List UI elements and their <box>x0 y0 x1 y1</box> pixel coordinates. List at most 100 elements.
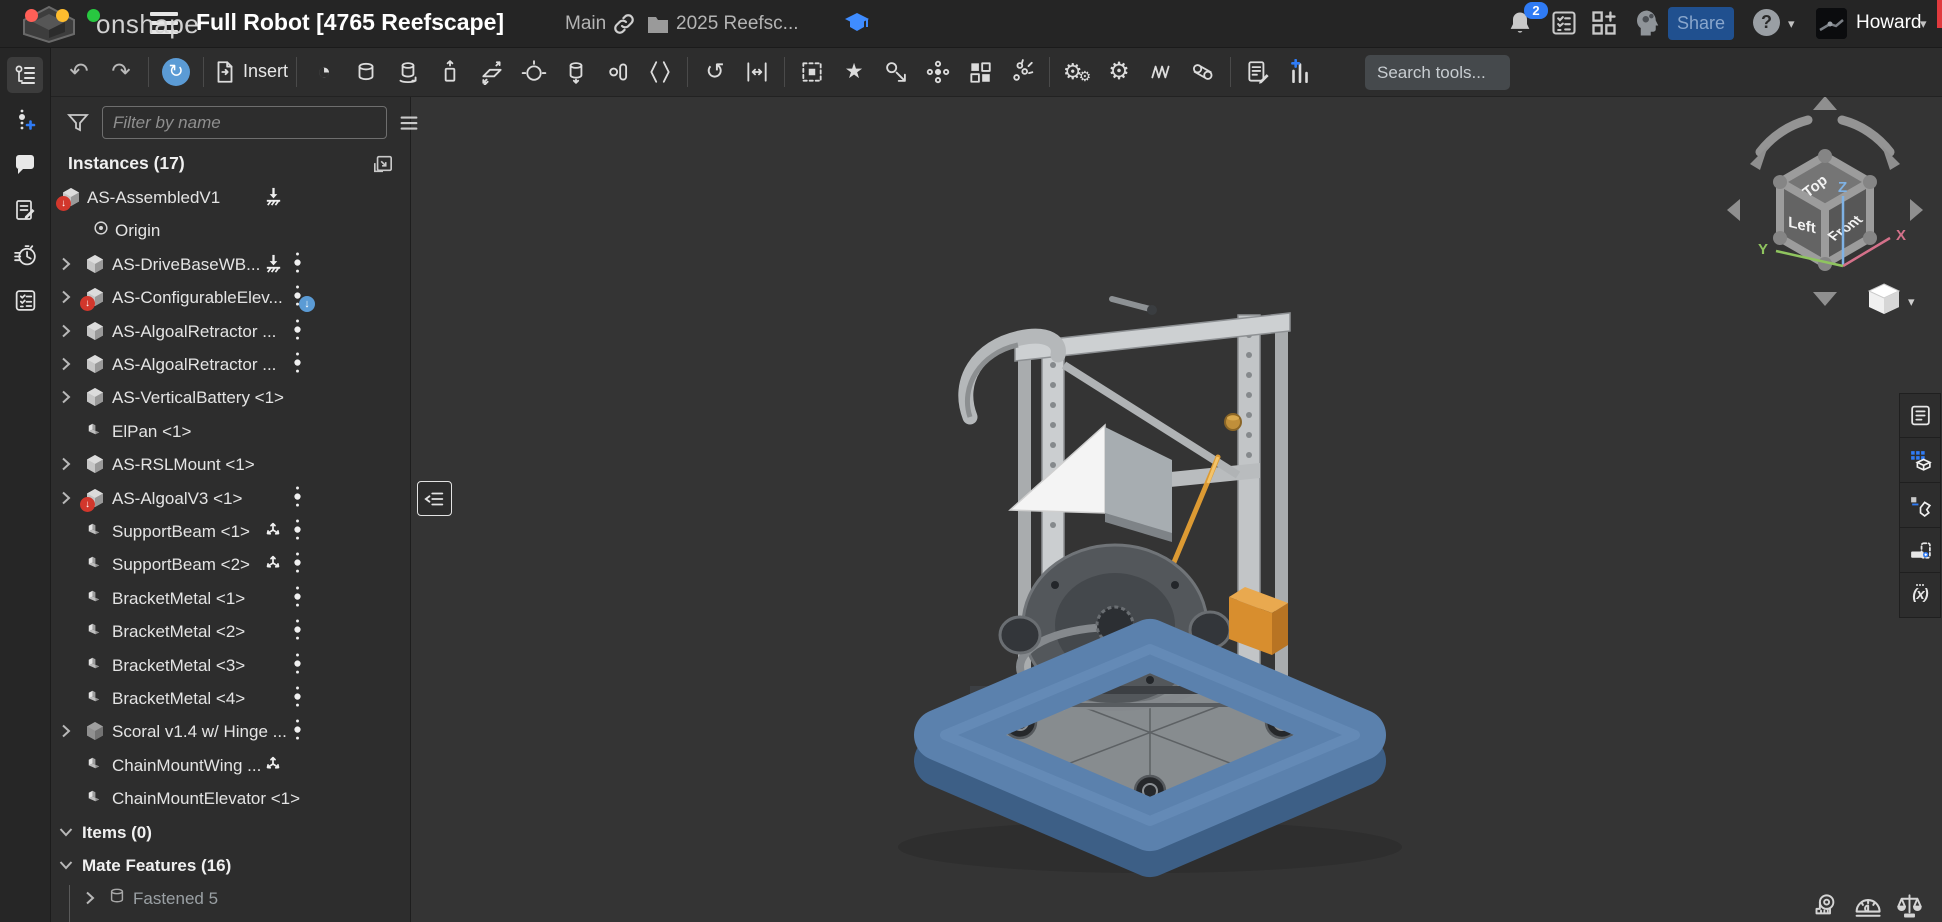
undo-button[interactable]: ↶ <box>60 53 98 91</box>
app-store-icon[interactable] <box>1590 9 1618 37</box>
redo-button[interactable]: ↷ <box>102 53 140 91</box>
instance-row[interactable]: ↓AS-ConfigurableElev...↓ <box>50 281 410 314</box>
rotate-button[interactable]: ↺ <box>696 53 734 91</box>
graphics-viewport[interactable]: Top Left Front Z X Y ▾ <box>411 97 1942 922</box>
variables-button[interactable]: (x) <box>1899 573 1941 618</box>
degrees-of-freedom-icon[interactable] <box>293 318 302 342</box>
display-states-button[interactable] <box>1899 528 1941 573</box>
expand-chevron-icon[interactable] <box>58 356 74 372</box>
instance-row[interactable]: ChainMountElevator <1> <box>50 782 410 815</box>
instance-row[interactable]: ElPan <1> <box>50 415 410 448</box>
help-button[interactable]: ? <box>1753 9 1780 36</box>
linear-pattern-button[interactable] <box>961 53 999 91</box>
align-button[interactable] <box>738 53 776 91</box>
instance-row[interactable]: AS-AlgoalRetractor ... <box>50 348 410 381</box>
instance-row[interactable]: Scoral v1.4 w/ Hinge ... <box>50 715 410 748</box>
insert-feature-rail-button[interactable] <box>7 102 43 138</box>
degrees-of-freedom-icon[interactable] <box>293 518 302 542</box>
appearance-button[interactable] <box>1899 483 1941 528</box>
search-tools-button[interactable]: Search tools... <box>1365 55 1510 90</box>
instance-row[interactable]: SupportBeam <2> <box>50 548 410 581</box>
instance-row[interactable]: AS-RSLMount <1> <box>50 448 410 481</box>
parallel-mate-button[interactable] <box>641 53 679 91</box>
expand-chevron-icon[interactable] <box>58 389 74 405</box>
protractor-button[interactable] <box>1853 891 1882 920</box>
instance-row[interactable]: ↓AS-AssembledV1 <box>50 181 410 214</box>
bom-edit-button[interactable] <box>1239 53 1277 91</box>
spring-button[interactable] <box>1142 53 1180 91</box>
instance-row[interactable]: ↓AS-AlgoalV3 <1> <box>50 482 410 515</box>
window-minimize-button[interactable] <box>56 9 69 22</box>
comment-rail-button[interactable] <box>7 147 43 183</box>
insert-button[interactable]: Insert <box>212 53 288 91</box>
group-button[interactable] <box>793 53 831 91</box>
user-menu[interactable]: Howard <box>1856 12 1921 34</box>
view-left-arrow[interactable] <box>1727 199 1740 221</box>
window-zoom-button[interactable] <box>87 9 100 22</box>
gear-relation-button[interactable]: ⚙⚙ <box>1058 53 1096 91</box>
mate-connector-button[interactable]: ★ <box>835 53 873 91</box>
revolute-mate-button[interactable] <box>389 53 427 91</box>
slider-mate-button[interactable] <box>431 53 469 91</box>
user-caret-icon[interactable]: ▾ <box>1920 16 1927 32</box>
snap-mode-button[interactable] <box>877 53 915 91</box>
history-rail-button[interactable] <box>7 237 43 273</box>
expand-chevron-icon[interactable] <box>58 289 74 305</box>
document-title[interactable]: Full Robot [4765 Reefscape] <box>196 9 504 36</box>
explode-button[interactable] <box>1003 53 1041 91</box>
collapse-tree-icon[interactable] <box>372 154 394 174</box>
view-up-arrow[interactable] <box>1813 96 1837 110</box>
degrees-of-freedom-icon[interactable] <box>293 618 302 642</box>
sync-button[interactable]: ↻ <box>157 53 195 91</box>
instance-row[interactable]: AS-AlgoalRetractor ... <box>50 315 410 348</box>
instance-row[interactable]: BracketMetal <3> <box>50 649 410 682</box>
fastened-mate-button[interactable] <box>347 53 385 91</box>
instance-row[interactable]: BracketMetal <4> <box>50 682 410 715</box>
instance-row[interactable]: SupportBeam <1> <box>50 515 410 548</box>
window-close-button[interactable] <box>25 9 38 22</box>
mate-feature-row[interactable]: Fastened 5 <box>50 882 410 915</box>
cylindrical-mate-button[interactable] <box>557 53 595 91</box>
filter-input[interactable] <box>102 106 387 139</box>
followed-rail-button[interactable] <box>7 282 43 318</box>
expand-chevron-icon[interactable] <box>58 490 74 506</box>
view-options-cube-icon[interactable] <box>1869 284 1899 314</box>
mass-properties-button[interactable] <box>1896 892 1923 919</box>
configurations-button[interactable] <box>1899 438 1941 483</box>
degrees-of-freedom-icon[interactable] <box>293 351 302 375</box>
expand-chevron-icon[interactable] <box>58 723 74 739</box>
expand-chevron-icon[interactable] <box>58 256 74 272</box>
instance-row[interactable]: AS-DriveBaseWB... <box>50 248 410 281</box>
panel-flyout-button[interactable] <box>417 481 452 516</box>
instance-row[interactable]: AS-VerticalBattery <1> <box>50 381 410 414</box>
expand-chevron-icon[interactable] <box>58 323 74 339</box>
learning-center-icon[interactable] <box>844 10 870 36</box>
degrees-of-freedom-icon[interactable] <box>293 251 302 275</box>
pin-slot-mate-button[interactable] <box>599 53 637 91</box>
instance-row[interactable]: BracketMetal <1> <box>50 582 410 615</box>
tree-section-row[interactable]: Mate Features (16) <box>50 849 410 882</box>
tape-measure-button[interactable] <box>1812 892 1839 919</box>
stats-button[interactable] <box>1281 53 1319 91</box>
section-collapse-icon[interactable] <box>58 857 74 873</box>
degrees-of-freedom-icon[interactable] <box>293 718 302 742</box>
update-available-icon[interactable]: ↓ <box>299 296 315 312</box>
degrees-of-freedom-icon[interactable] <box>293 585 302 609</box>
expand-chevron-icon[interactable] <box>58 456 74 472</box>
gear-button[interactable]: ⚙ <box>1100 53 1138 91</box>
view-right-arrow[interactable] <box>1910 199 1923 221</box>
list-view-icon[interactable] <box>398 113 420 135</box>
ball-mate-button[interactable] <box>515 53 553 91</box>
degrees-of-freedom-icon[interactable] <box>293 551 302 575</box>
document-notes-rail-button[interactable] <box>7 192 43 228</box>
workspace-name[interactable]: Main <box>565 13 606 35</box>
view-cube[interactable]: Top Left Front Z X Y ▾ <box>1700 88 1940 318</box>
help-caret-icon[interactable]: ▾ <box>1788 16 1795 32</box>
degrees-of-freedom-icon[interactable] <box>293 652 302 676</box>
assembly-features-rail-button[interactable] <box>7 57 43 93</box>
section-view-button[interactable]: ◔ <box>305 53 343 91</box>
instance-row[interactable]: BracketMetal <2> <box>50 615 410 648</box>
tasks-icon[interactable] <box>1550 9 1578 37</box>
degrees-of-freedom-icon[interactable] <box>293 485 302 509</box>
instance-row[interactable]: ChainMountWing ... <box>50 749 410 782</box>
